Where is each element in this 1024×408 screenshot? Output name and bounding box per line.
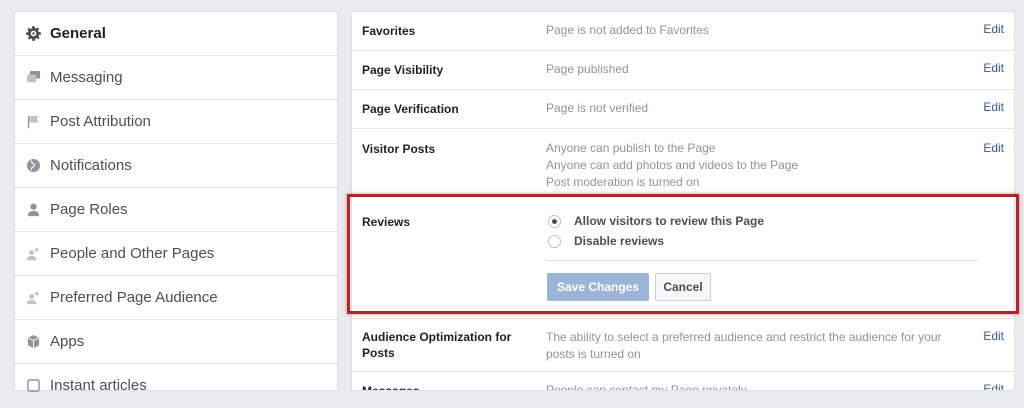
setting-value-line: Anyone can add photos and videos to the … — [546, 158, 799, 172]
sidebar-item-label: People and Other Pages — [50, 245, 215, 262]
review-option-allow[interactable]: Allow visitors to review this Page — [548, 214, 764, 228]
setting-row-reviews: Reviews Allow visitors to review this Pa… — [352, 197, 1014, 319]
radio-label: Disable reviews — [574, 234, 665, 248]
setting-value: Page is not added to Favorites — [546, 23, 709, 37]
setting-value: The ability to select a preferred audien… — [546, 330, 942, 361]
flag-icon — [25, 114, 41, 130]
setting-label: Favorites — [362, 24, 416, 38]
people-icon — [25, 290, 41, 306]
setting-label: Page Visibility — [362, 63, 444, 77]
divider — [546, 260, 978, 261]
sidebar-item-preferred-page-audience[interactable]: Preferred Page Audience — [15, 276, 337, 320]
settings-sidebar: General Messaging Post Attribution Notif… — [14, 11, 338, 408]
people-icon — [25, 246, 41, 262]
sidebar-item-instant-articles[interactable]: Instant articles — [15, 364, 337, 408]
setting-row-page-verification: Page Verification Page is not verified E… — [352, 90, 1014, 129]
settings-panel: Favorites Page is not added to Favorites… — [351, 11, 1015, 391]
setting-row-favorites: Favorites Page is not added to Favorites… — [352, 12, 1014, 51]
edit-link[interactable]: Edit — [983, 329, 1004, 343]
cancel-button[interactable]: Cancel — [655, 273, 711, 301]
edit-link[interactable]: Edit — [983, 61, 1004, 75]
setting-row-visitor-posts: Visitor Posts Anyone can publish to the … — [352, 129, 1014, 197]
sidebar-item-people-and-other-pages[interactable]: People and Other Pages — [15, 232, 337, 276]
setting-value: People can contact my Page privately — [546, 383, 747, 391]
sidebar-item-label: Preferred Page Audience — [50, 289, 218, 306]
gear-icon — [25, 26, 41, 42]
radio-button[interactable] — [548, 234, 561, 248]
sidebar-item-label: Post Attribution — [50, 113, 151, 130]
setting-row-page-visibility: Page Visibility Page published Edit — [352, 51, 1014, 90]
messaging-icon — [25, 70, 41, 86]
setting-label: Audience Optimization for Posts — [362, 330, 512, 360]
radio-button-selected[interactable] — [548, 214, 561, 228]
sidebar-item-label: Apps — [50, 333, 85, 350]
sidebar-item-page-roles[interactable]: Page Roles — [15, 188, 337, 232]
edit-link[interactable]: Edit — [983, 141, 1004, 155]
setting-row-audience-optimization: Audience Optimization for Posts The abil… — [352, 319, 1014, 372]
setting-value-line: Post moderation is turned on — [546, 175, 700, 189]
sidebar-item-general[interactable]: General — [15, 12, 337, 56]
setting-value: Page is not verified — [546, 101, 649, 115]
setting-label: Reviews — [362, 215, 411, 229]
article-icon — [25, 378, 41, 394]
sidebar-item-label: Instant articles — [50, 377, 147, 394]
sidebar-item-label: Messaging — [50, 69, 123, 86]
setting-label: Messages — [362, 384, 420, 391]
radio-dot — [552, 218, 557, 224]
setting-label: Visitor Posts — [362, 142, 436, 156]
sidebar-item-label: Notifications — [50, 157, 132, 174]
review-option-disable[interactable]: Disable reviews — [548, 234, 664, 248]
sidebar-item-notifications[interactable]: Notifications — [15, 144, 337, 188]
setting-value-line: Anyone can publish to the Page — [546, 141, 716, 155]
cube-icon — [25, 334, 41, 350]
setting-value: Anyone can publish to the Page Anyone ca… — [546, 140, 966, 191]
globe-icon — [25, 158, 41, 174]
sidebar-item-apps[interactable]: Apps — [15, 320, 337, 364]
setting-row-messages: Messages People can contact my Page priv… — [352, 372, 1014, 391]
person-icon — [25, 202, 41, 218]
save-changes-button[interactable]: Save Changes — [547, 273, 649, 301]
setting-value: Page published — [546, 62, 629, 76]
edit-link[interactable]: Edit — [983, 100, 1004, 114]
edit-link[interactable]: Edit — [983, 382, 1004, 390]
radio-label: Allow visitors to review this Page — [574, 214, 765, 228]
sidebar-item-messaging[interactable]: Messaging — [15, 56, 337, 100]
setting-label: Page Verification — [362, 102, 459, 116]
sidebar-item-label: General — [50, 25, 106, 42]
sidebar-item-label: Page Roles — [50, 201, 128, 218]
sidebar-item-post-attribution[interactable]: Post Attribution — [15, 100, 337, 144]
edit-link[interactable]: Edit — [983, 22, 1004, 36]
